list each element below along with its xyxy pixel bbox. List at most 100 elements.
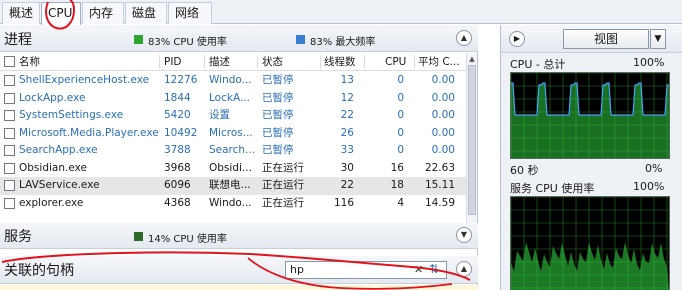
- service-cpu-label: 服务 CPU 使用率: [510, 182, 595, 195]
- cell-name: ShellExperienceHost.exe: [19, 74, 150, 86]
- cell-avg: 15.11: [424, 179, 455, 191]
- cell-pid: 1844: [164, 91, 191, 104]
- col-threads[interactable]: 线程数: [324, 53, 360, 71]
- cell-status: 正在运行: [262, 196, 304, 209]
- row-checkbox[interactable]: [4, 145, 15, 156]
- cell-status: 已暂停: [262, 74, 294, 86]
- cell-cpu: 16: [390, 161, 404, 174]
- cell-status: 已暂停: [262, 91, 294, 104]
- cell-name: Obsidian.exe: [19, 161, 87, 174]
- cell-avg: 22.63: [424, 161, 455, 174]
- cell-cpu: 0: [397, 91, 404, 104]
- service-cpu-graph-canvas: [510, 196, 669, 290]
- table-row[interactable]: LAVService.exe 6096 联想电... 正在运行 22 18 15.11: [0, 177, 466, 195]
- processes-title: 进程: [4, 32, 32, 48]
- col-average-cpu[interactable]: 平均 C...: [418, 53, 462, 71]
- cell-threads: 13: [340, 74, 354, 86]
- tab-memory[interactable]: 内存: [82, 2, 124, 24]
- row-checkbox[interactable]: [4, 197, 15, 209]
- table-row[interactable]: SystemSettings.exe 5420 设置 已暂停 22 0 0.00: [0, 107, 466, 125]
- row-checkbox[interactable]: [4, 127, 15, 139]
- scroll-thumb[interactable]: [468, 65, 476, 215]
- collapse-processes-button[interactable]: ▲: [456, 30, 472, 46]
- table-row[interactable]: Obsidian.exe 3968 Obsidi... 正在运行 30 16 22.63: [0, 160, 466, 178]
- cell-name: SearchApp.exe: [19, 144, 98, 156]
- expand-services-button[interactable]: ▼: [456, 227, 472, 243]
- table-row[interactable]: Microsoft.Media.Player.exe 10492 Micros...…: [0, 125, 466, 143]
- cell-pid: 3968: [164, 161, 191, 174]
- scroll-up-icon[interactable]: ▲: [467, 54, 477, 64]
- cell-desc: Obsidi...: [209, 161, 252, 174]
- process-table-header: 名称 PID 描述 状态 线程数 CPU 平均 C...: [0, 53, 466, 71]
- cell-pid: 12276: [164, 74, 198, 86]
- max-frequency-legend-swatch: [296, 35, 305, 44]
- tab-network[interactable]: 网络: [168, 2, 212, 24]
- cell-desc: LockA...: [209, 91, 250, 104]
- services-header[interactable]: 服务 14% CPU 使用率 ▼: [0, 223, 478, 249]
- associated-handles-header[interactable]: 关联的句柄 hp ✕ ⇅ ▲: [0, 256, 478, 284]
- handle-search-value: hp: [290, 263, 304, 276]
- cpu-total-graph: [510, 72, 670, 159]
- refresh-search-icon[interactable]: ⇅: [429, 262, 439, 276]
- cell-threads: 30: [340, 161, 354, 174]
- cell-cpu: 4: [397, 196, 404, 209]
- cpu-usage-legend-swatch: [134, 35, 143, 44]
- view-button[interactable]: 视图: [563, 29, 649, 49]
- row-checkbox[interactable]: [4, 92, 15, 104]
- row-checkbox[interactable]: [4, 162, 15, 174]
- cell-desc: Search...: [209, 144, 256, 156]
- cell-threads: 116: [333, 196, 354, 209]
- cell-desc: Windo...: [209, 196, 252, 209]
- cell-threads: 22: [340, 179, 354, 191]
- col-cpu[interactable]: CPU: [385, 53, 411, 71]
- row-checkbox[interactable]: [4, 180, 15, 191]
- col-pid[interactable]: PID: [164, 53, 204, 71]
- cell-cpu: 0: [397, 109, 404, 121]
- cell-cpu: 0: [397, 74, 404, 86]
- cell-avg: 0.00: [431, 91, 455, 104]
- view-dropdown-icon[interactable]: ▼: [650, 29, 666, 49]
- right-panel-toolbar: ▶ 视图 ▼: [501, 25, 682, 53]
- graph-time-span-label: 60 秒: [510, 164, 539, 177]
- select-all-checkbox[interactable]: [4, 56, 15, 67]
- cell-name: LAVService.exe: [19, 179, 100, 191]
- cell-pid: 6096: [164, 179, 191, 191]
- table-row[interactable]: SearchApp.exe 3788 Search... 已暂停 33 0 0.00: [0, 142, 466, 160]
- process-table-scrollbar[interactable]: ▲ ▼: [466, 53, 477, 241]
- clear-search-icon[interactable]: ✕: [414, 263, 423, 276]
- cell-threads: 12: [340, 91, 354, 104]
- cell-status: 已暂停: [262, 126, 294, 139]
- row-checkbox[interactable]: [4, 75, 15, 86]
- cpu-total-graph-canvas: [510, 72, 669, 158]
- tab-disk[interactable]: 磁盘: [125, 2, 167, 24]
- cell-pid: 5420: [164, 109, 191, 121]
- handle-search-input[interactable]: hp ✕ ⇅: [285, 261, 447, 279]
- cell-desc: Micros...: [209, 126, 253, 139]
- collapse-handles-button[interactable]: ▲: [456, 261, 472, 277]
- col-description[interactable]: 描述: [209, 53, 257, 71]
- tab-cpu[interactable]: CPU: [41, 2, 81, 25]
- tab-overview[interactable]: 概述: [2, 2, 40, 24]
- col-status[interactable]: 状态: [262, 53, 320, 71]
- cell-pid: 3788: [164, 144, 191, 156]
- cell-name: LockApp.exe: [19, 91, 86, 104]
- cell-desc: 设置: [209, 109, 230, 121]
- services-title: 服务: [4, 229, 32, 245]
- cell-cpu: 0: [397, 126, 404, 139]
- table-row[interactable]: ShellExperienceHost.exe 12276 Windo... 已暂停 1…: [0, 72, 466, 90]
- services-cpu-legend: 14% CPU 使用率: [148, 234, 227, 245]
- row-checkbox[interactable]: [4, 110, 15, 121]
- cell-avg: 0.00: [431, 109, 455, 121]
- table-row[interactable]: explorer.exe 4368 Windo... 正在运行 116 4 14.59: [0, 195, 466, 213]
- table-row[interactable]: LockApp.exe 1844 LockA... 已暂停 12 0 0.00: [0, 90, 466, 108]
- cell-desc: Windo...: [209, 74, 252, 86]
- col-name[interactable]: 名称: [19, 53, 139, 71]
- cell-avg: 0.00: [431, 74, 455, 86]
- cell-threads: 22: [340, 109, 354, 121]
- cpu-usage-legend: 83% CPU 使用率: [148, 37, 227, 48]
- collapse-right-panel-icon[interactable]: ▶: [509, 31, 525, 47]
- cell-threads: 26: [340, 126, 354, 139]
- cpu-total-max-label: 100%: [633, 56, 665, 69]
- processes-header[interactable]: 进程 83% CPU 使用率 83% 最大频率 ▲: [0, 25, 478, 52]
- cell-name: Microsoft.Media.Player.exe: [19, 126, 159, 139]
